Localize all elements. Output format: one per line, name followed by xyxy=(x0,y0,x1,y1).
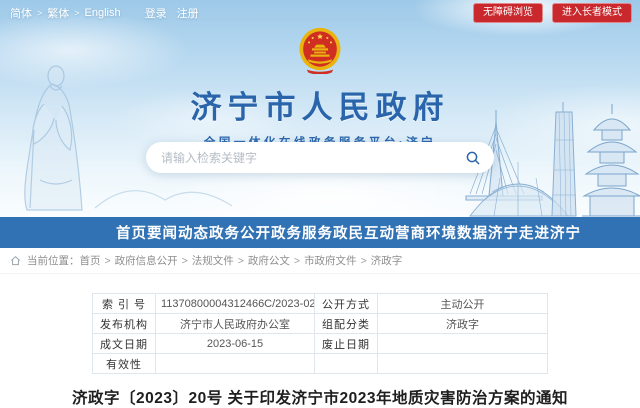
top-utility-bar: 简体 > 繁体 > English 登录 注册 无障碍浏览 进入长者模式 xyxy=(0,0,640,24)
empty-cell xyxy=(378,354,548,374)
table-row: 发布机构 济宁市人民政府办公室 组配分类 济政字 xyxy=(93,314,548,334)
nav-item-gov-info[interactable]: 政务公开 xyxy=(209,222,271,243)
document-title: 济政字〔2023〕20号 关于印发济宁市2023年地质灾害防治方案的通知 xyxy=(20,386,620,408)
login-link[interactable]: 登录 xyxy=(145,5,167,21)
site-title: 济宁市人民政府 xyxy=(0,82,640,127)
separator: > xyxy=(105,255,111,267)
issuing-agency-label: 发布机构 xyxy=(93,314,156,334)
register-link[interactable]: 注册 xyxy=(177,5,199,21)
lang-english-link[interactable]: English xyxy=(85,7,121,19)
accessibility-button[interactable]: 无障碍浏览 xyxy=(473,3,543,23)
validity-value xyxy=(156,354,315,374)
category-value: 济政字 xyxy=(378,314,548,334)
search-bar xyxy=(146,142,494,173)
repeal-date-value xyxy=(378,334,548,354)
nav-item-services[interactable]: 政务服务 xyxy=(271,222,333,243)
table-row: 有效性 xyxy=(93,354,548,374)
disclosure-method-label: 公开方式 xyxy=(315,294,378,314)
national-emblem-icon xyxy=(298,27,342,74)
breadcrumb-link-regulations[interactable]: 法规文件 xyxy=(192,253,234,268)
nav-item-home[interactable]: 首页 xyxy=(116,222,147,243)
breadcrumb-link-gov-docs[interactable]: 政府公文 xyxy=(248,253,290,268)
index-number-label: 索 引 号 xyxy=(93,294,156,314)
document-info-table: 索 引 号 11370800004312466C/2023-02364 公开方式… xyxy=(92,293,548,374)
separator: > xyxy=(294,255,300,267)
nav-item-interaction[interactable]: 政民互动 xyxy=(333,222,395,243)
breadcrumb: 当前位置： 首页 > 政府信息公开 > 法规文件 > 政府公文 > 市政府文件 … xyxy=(0,248,640,274)
issue-date-value: 2023-06-15 xyxy=(156,334,315,354)
issuing-agency-value: 济宁市人民政府办公室 xyxy=(156,314,315,334)
top-buttons: 无障碍浏览 进入长者模式 xyxy=(464,3,632,23)
nav-item-news[interactable]: 要闻动态 xyxy=(147,222,209,243)
empty-cell xyxy=(315,354,378,374)
separator: > xyxy=(361,255,367,267)
home-icon xyxy=(10,255,21,266)
validity-label: 有效性 xyxy=(93,354,156,374)
breadcrumb-link-jizhengzi[interactable]: 济政字 xyxy=(371,253,403,268)
document-meta-section: 索 引 号 11370800004312466C/2023-02364 公开方式… xyxy=(0,293,640,408)
table-row: 索 引 号 11370800004312466C/2023-02364 公开方式… xyxy=(93,294,548,314)
category-label: 组配分类 xyxy=(315,314,378,334)
lang-simplified-link[interactable]: 简体 xyxy=(10,5,32,21)
search-button[interactable] xyxy=(465,150,481,166)
issue-date-label: 成文日期 xyxy=(93,334,156,354)
nav-item-about[interactable]: 走进济宁 xyxy=(519,222,581,243)
disclosure-method-value: 主动公开 xyxy=(378,294,548,314)
breadcrumb-link-gov-info[interactable]: 政府信息公开 xyxy=(115,253,178,268)
search-input[interactable] xyxy=(159,150,465,166)
elder-mode-button[interactable]: 进入长者模式 xyxy=(552,3,632,23)
search-icon xyxy=(465,150,481,166)
separator: > xyxy=(182,255,188,267)
site-brand: 济宁市人民政府 全国一体化在线政务服务平台·济宁 xyxy=(0,27,640,150)
separator: > xyxy=(37,8,42,18)
header-banner: 简体 > 繁体 > English 登录 注册 无障碍浏览 进入长者模式 xyxy=(0,0,640,217)
nav-item-data[interactable]: 数据济宁 xyxy=(457,222,519,243)
separator: > xyxy=(238,255,244,267)
table-row: 成文日期 2023-06-15 废止日期 xyxy=(93,334,548,354)
breadcrumb-prefix: 当前位置： xyxy=(27,253,80,268)
breadcrumb-link-city-docs[interactable]: 市政府文件 xyxy=(304,253,357,268)
page: 简体 > 繁体 > English 登录 注册 无障碍浏览 进入长者模式 xyxy=(0,0,640,401)
separator: > xyxy=(74,8,79,18)
index-number-value: 11370800004312466C/2023-02364 xyxy=(156,294,315,314)
main-nav: 首页 要闻动态 政务公开 政务服务 政民互动 营商环境 数据济宁 走进济宁 xyxy=(0,217,640,248)
language-links: 简体 > 繁体 > English 登录 注册 xyxy=(10,5,199,21)
lang-traditional-link[interactable]: 繁体 xyxy=(47,5,69,21)
breadcrumb-link-home[interactable]: 首页 xyxy=(80,253,101,268)
repeal-date-label: 废止日期 xyxy=(315,334,378,354)
nav-item-business-env[interactable]: 营商环境 xyxy=(395,222,457,243)
